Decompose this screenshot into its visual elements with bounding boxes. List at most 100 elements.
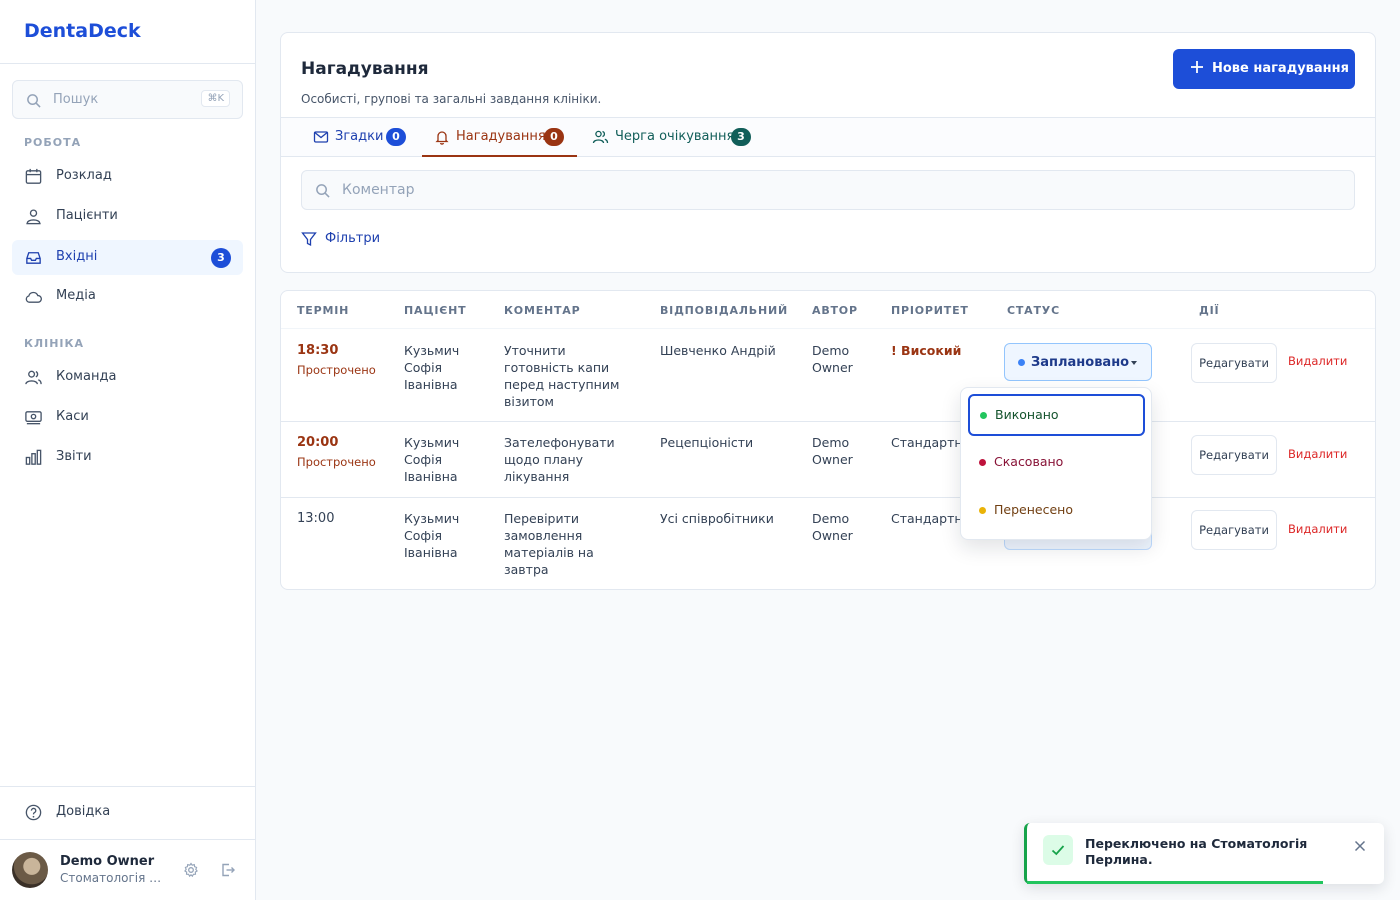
status-option-done[interactable]: Виконано [968, 394, 1145, 436]
edit-button[interactable]: Редагувати [1191, 435, 1277, 475]
column-header[interactable]: СТАТУС [1007, 304, 1060, 317]
comment-search-placeholder: Коментар [342, 182, 415, 198]
status-option-label: Перенесено [994, 502, 1073, 517]
reminders-table: ТЕРМІН ПАЦІЄНТ КОМЕНТАР ВІДПОВІДАЛЬНИЙ А… [280, 290, 1376, 590]
check-icon [1051, 845, 1065, 856]
divider [0, 786, 255, 787]
sidebar-item-label: Медіа [56, 288, 96, 303]
patient-name-line: Софія [404, 452, 443, 467]
status-dropdown-button[interactable]: Заплановано [1004, 343, 1152, 381]
plus-icon [1191, 61, 1203, 73]
filters-label: Фільтри [325, 231, 381, 246]
comment-line: замовлення [504, 528, 583, 543]
responsible: Рецепціоністи [660, 435, 754, 450]
cloud-icon [25, 291, 42, 303]
reports-icon [25, 449, 42, 465]
patient-name-line: Іванівна [404, 469, 458, 484]
filter-icon [301, 232, 317, 247]
overdue-label: Прострочено [297, 455, 376, 469]
edit-button[interactable]: Редагувати [1191, 343, 1277, 383]
cash-icon [25, 411, 42, 425]
sidebar-item-patients[interactable]: Пацієнти [12, 199, 243, 234]
team-icon [25, 370, 42, 385]
column-header[interactable]: ПАЦІЄНТ [404, 304, 466, 317]
sidebar-item-label: Пацієнти [56, 208, 118, 223]
status-option-label: Виконано [995, 407, 1059, 422]
sidebar-item-label: Звіти [56, 449, 92, 464]
comment-line: перед наступним [504, 377, 620, 392]
comment-line: візитом [504, 394, 554, 409]
shortcut-hint: ⌘K [201, 90, 230, 107]
page-subtitle: Особисті, групові та загальні завдання к… [301, 92, 602, 106]
tab-mentions[interactable]: Згадки 0 [301, 118, 411, 157]
column-header[interactable]: ВІДПОВІДАЛЬНИЙ [660, 304, 788, 317]
comment-text: Перевірити замовлення матеріалів на завт… [504, 510, 594, 578]
patient-name[interactable]: Кузьмич Софія Іванівна [404, 434, 459, 485]
author: Demo Owner [812, 510, 853, 544]
comment-search-input[interactable]: Коментар [301, 170, 1355, 210]
column-header[interactable]: АВТОР [812, 304, 858, 317]
author-line: Owner [812, 528, 853, 543]
brand-logo[interactable]: DentaDeck [24, 20, 141, 42]
column-header[interactable]: ТЕРМІН [297, 304, 349, 317]
tabs-bar: Згадки 0 Нагадування 0 Черга очікування … [281, 117, 1375, 157]
tab-reminders[interactable]: Нагадування 0 [422, 118, 577, 157]
delete-button[interactable]: Видалити [1288, 522, 1347, 536]
toast-message: Переключено на Стоматологія Перлина. [1085, 836, 1308, 867]
sidebar-item-schedule[interactable]: Розклад [12, 159, 243, 194]
comment-text: Уточнити готовність капи перед наступним… [504, 342, 619, 410]
delete-button[interactable]: Видалити [1288, 354, 1347, 368]
status-dot [1018, 359, 1025, 366]
avatar[interactable] [12, 852, 48, 888]
patient-name[interactable]: Кузьмич Софія Іванівна [404, 342, 459, 393]
section-label-work: РОБОТА [24, 136, 82, 149]
sidebar-item-label: Каси [56, 409, 89, 424]
search-input[interactable]: Пошук ⌘K [12, 80, 243, 119]
tab-count-badge: 0 [386, 128, 406, 146]
inbox-count-badge: 3 [211, 248, 231, 268]
search-icon [27, 94, 41, 108]
column-header[interactable]: КОМЕНТАР [504, 304, 581, 317]
edit-button[interactable]: Редагувати [1191, 510, 1277, 550]
priority-high: ! Високий [891, 343, 962, 358]
sidebar-item-reports[interactable]: Звіти [12, 440, 243, 475]
patients-icon [26, 209, 41, 225]
divider [0, 839, 255, 840]
chevron-down-icon [1131, 361, 1137, 365]
column-header[interactable]: ПРІОРИТЕТ [891, 304, 969, 317]
sidebar-item-team[interactable]: Команда [12, 360, 243, 395]
patient-name-line: Софія [404, 360, 443, 375]
comment-text: Зателефонувати щодо плану лікування [504, 434, 615, 485]
sidebar-item-cash[interactable]: Каси [12, 400, 243, 435]
new-reminder-button[interactable]: Нове нагадування [1173, 49, 1355, 89]
sidebar-item-inbox[interactable]: Вхідні 3 [12, 240, 243, 275]
tab-label: Згадки [335, 129, 384, 144]
comment-line: завтра [504, 562, 549, 577]
status-option-cancelled[interactable]: Скасовано [968, 442, 1145, 484]
success-badge [1043, 835, 1073, 865]
patient-name[interactable]: Кузьмич Софія Іванівна [404, 510, 459, 561]
sidebar-item-label: Команда [56, 369, 117, 384]
tab-label: Черга очікування [615, 129, 735, 144]
row-divider [281, 497, 1375, 498]
sidebar-item-media[interactable]: Медіа [12, 279, 243, 314]
gear-icon[interactable] [183, 862, 199, 878]
reminders-header-card: Нагадування Особисті, групові та загальн… [280, 32, 1376, 273]
responsible: Усі співробітники [660, 511, 774, 526]
sidebar-item-label: Розклад [56, 168, 112, 183]
patient-name-line: Софія [404, 528, 443, 543]
delete-button[interactable]: Видалити [1288, 447, 1347, 461]
sidebar: DentaDeck Пошук ⌘K РОБОТА Розклад Пацієн… [0, 0, 256, 900]
status-options-menu: Виконано Скасовано Перенесено [960, 387, 1152, 540]
priority-standard: Стандартн [891, 435, 963, 450]
row-divider [281, 421, 1375, 422]
tab-waitlist[interactable]: Черга очікування 3 [581, 118, 761, 157]
users-icon [592, 130, 609, 144]
due-time: 13:00 [297, 511, 335, 526]
status-option-rescheduled[interactable]: Перенесено [968, 490, 1145, 532]
priority-standard: Стандартн [891, 511, 963, 526]
logout-icon[interactable] [220, 862, 236, 878]
sidebar-item-help[interactable]: Довідка [12, 795, 243, 830]
close-icon[interactable] [1354, 840, 1366, 852]
comment-line: готовність капи [504, 360, 610, 375]
